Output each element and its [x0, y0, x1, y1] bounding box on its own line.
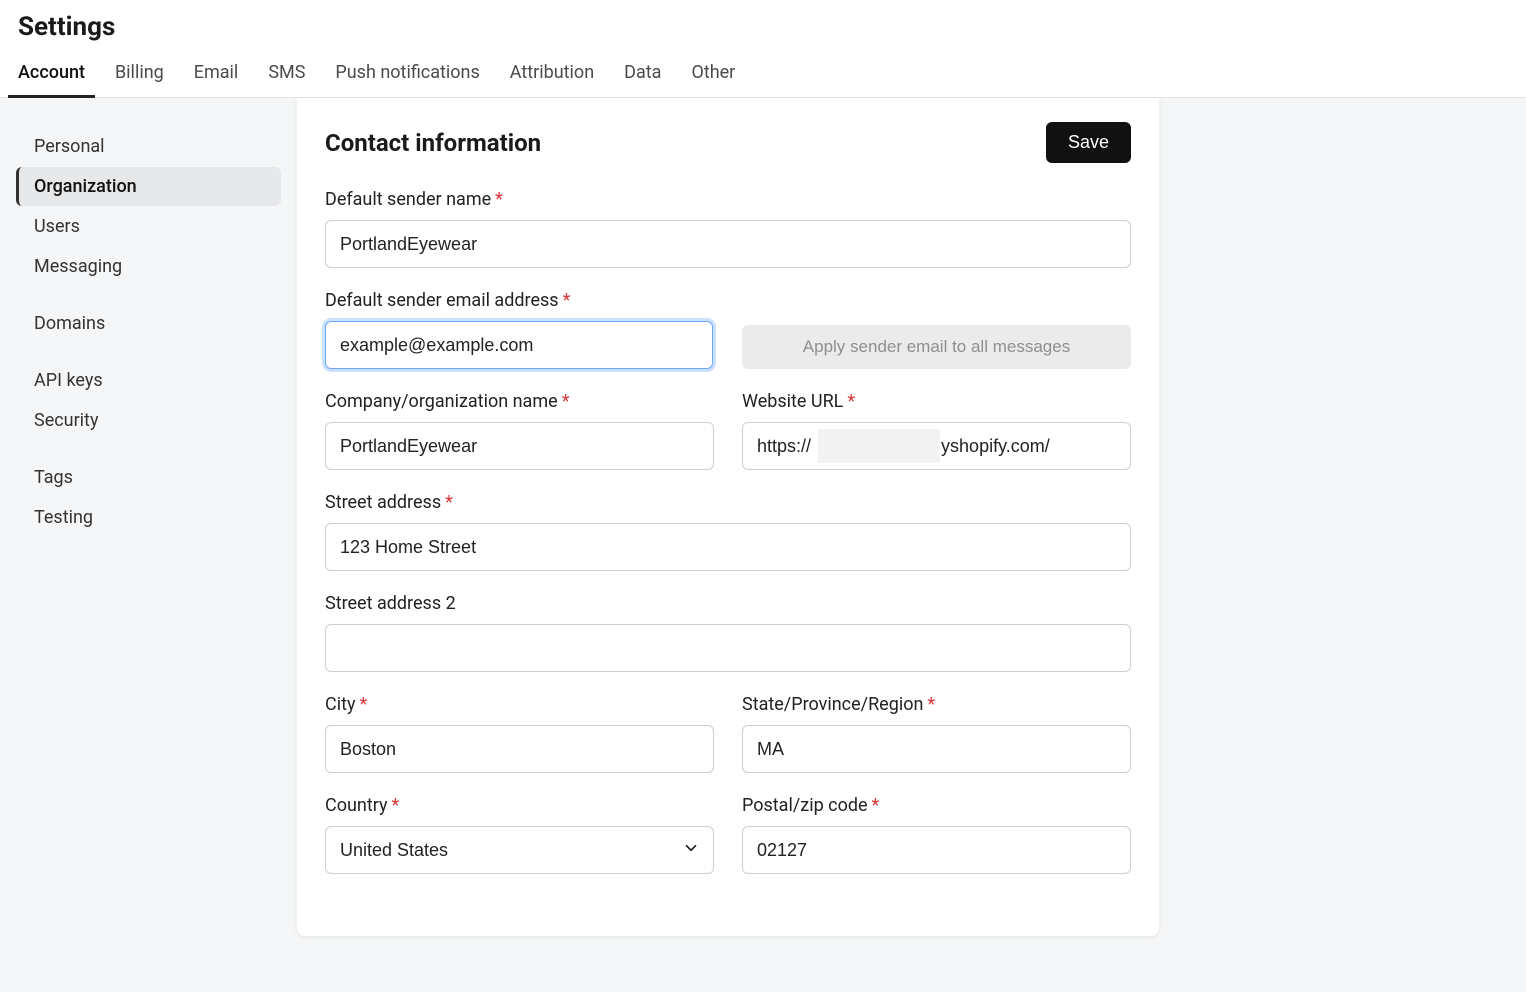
street-address-label: Street address* [325, 492, 1131, 513]
required-asterisk: * [392, 795, 400, 816]
apply-sender-email-button[interactable]: Apply sender email to all messages [742, 325, 1131, 369]
state-input[interactable] [742, 725, 1131, 773]
tabs-bar: Account Billing Email SMS Push notificat… [0, 50, 1526, 98]
sidebar-item-messaging[interactable]: Messaging [16, 247, 281, 286]
street-address-input[interactable] [325, 523, 1131, 571]
page-title: Settings [0, 0, 1526, 50]
city-input[interactable] [325, 725, 714, 773]
tab-billing[interactable]: Billing [115, 50, 164, 97]
panel-title: Contact information [325, 129, 541, 157]
tab-sms[interactable]: SMS [268, 50, 305, 97]
sidebar-item-organization[interactable]: Organization [16, 167, 281, 206]
street-address-2-input[interactable] [325, 624, 1131, 672]
required-asterisk: * [495, 189, 503, 210]
sidebar-item-tags[interactable]: Tags [16, 458, 281, 497]
country-label: Country* [325, 795, 714, 816]
sidebar-item-users[interactable]: Users [16, 207, 281, 246]
tab-attribution[interactable]: Attribution [510, 50, 594, 97]
sidebar-item-testing[interactable]: Testing [16, 498, 281, 537]
website-url-input[interactable] [742, 422, 1131, 470]
save-button[interactable]: Save [1046, 122, 1131, 163]
state-label: State/Province/Region* [742, 694, 1131, 715]
postal-label: Postal/zip code* [742, 795, 1131, 816]
country-select[interactable]: United States [325, 826, 714, 874]
contact-info-panel: Contact information Save Default sender … [297, 98, 1159, 936]
sidebar-item-domains[interactable]: Domains [16, 304, 281, 343]
tab-data[interactable]: Data [624, 50, 661, 97]
sidebar-item-api-keys[interactable]: API keys [16, 361, 281, 400]
sidebar: Personal Organization Users Messaging Do… [0, 98, 297, 992]
company-name-input[interactable] [325, 422, 714, 470]
required-asterisk: * [360, 694, 368, 715]
required-asterisk: * [562, 391, 570, 412]
city-label: City* [325, 694, 714, 715]
sidebar-item-security[interactable]: Security [16, 401, 281, 440]
street-address-2-label: Street address 2 [325, 593, 1131, 614]
sender-name-input[interactable] [325, 220, 1131, 268]
tab-push-notifications[interactable]: Push notifications [335, 50, 479, 97]
tab-email[interactable]: Email [194, 50, 239, 97]
website-url-label: Website URL* [742, 391, 1131, 412]
company-name-label: Company/organization name* [325, 391, 714, 412]
required-asterisk: * [563, 290, 571, 311]
sender-name-label: Default sender name* [325, 189, 1131, 210]
required-asterisk: * [872, 795, 880, 816]
sender-email-input[interactable] [325, 321, 713, 369]
required-asterisk: * [927, 694, 935, 715]
tab-account[interactable]: Account [18, 50, 85, 97]
tab-other[interactable]: Other [691, 50, 735, 97]
required-asterisk: * [847, 391, 855, 412]
sidebar-item-personal[interactable]: Personal [16, 127, 281, 166]
sender-email-label: Default sender email address* [325, 290, 714, 311]
required-asterisk: * [445, 492, 453, 513]
postal-input[interactable] [742, 826, 1131, 874]
